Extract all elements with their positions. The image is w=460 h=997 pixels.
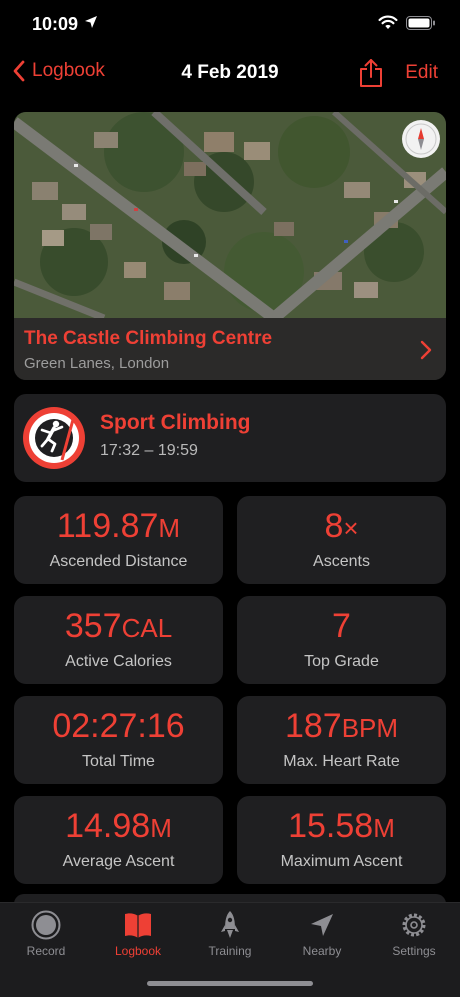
workout-detail[interactable]: The Castle Climbing Centre Green Lanes, … bbox=[0, 98, 460, 902]
stat-top-grade: 7 Top Grade bbox=[237, 596, 446, 684]
status-bar: 10:09 bbox=[0, 0, 460, 48]
tab-bar: Record Logbook Training Nearby Settings bbox=[0, 902, 460, 997]
activity-card: Sport Climbing 17:32 – 19:59 bbox=[14, 394, 446, 482]
stat-max-heart-rate: 187BPM Max. Heart Rate bbox=[237, 696, 446, 784]
stat-label: Ascents bbox=[313, 553, 370, 570]
climber-icon bbox=[23, 407, 85, 469]
rocket-icon bbox=[221, 911, 239, 938]
stat-label: Max. Heart Rate bbox=[283, 753, 400, 770]
tab-logbook[interactable]: Logbook bbox=[92, 903, 184, 965]
tab-label: Logbook bbox=[114, 944, 162, 958]
stat-ascents: 8× Ascents bbox=[237, 496, 446, 584]
activity-name: Sport Climbing bbox=[100, 411, 251, 434]
location-row[interactable]: The Castle Climbing Centre Green Lanes, … bbox=[14, 318, 446, 380]
location-services-icon bbox=[85, 16, 97, 28]
stat-value: 119.87M bbox=[56, 507, 181, 545]
stat-unit: M bbox=[150, 813, 172, 843]
stat-value: 187BPM bbox=[284, 707, 399, 745]
compass-button[interactable] bbox=[402, 120, 440, 158]
wifi-icon bbox=[378, 15, 398, 29]
stat-value: 14.98M bbox=[65, 807, 172, 845]
next-card-partial bbox=[14, 894, 446, 902]
stat-unit: BPM bbox=[341, 713, 399, 743]
location-card: The Castle Climbing Centre Green Lanes, … bbox=[14, 112, 446, 380]
tab-training[interactable]: Training bbox=[184, 903, 276, 965]
tab-settings[interactable]: Settings bbox=[368, 903, 460, 965]
stat-label: Top Grade bbox=[304, 653, 379, 670]
tab-label: Training bbox=[208, 944, 252, 958]
stat-unit: CAL bbox=[121, 613, 173, 643]
stat-value: 8× bbox=[324, 507, 359, 545]
stat-unit: M bbox=[373, 813, 395, 843]
stat-maximum-ascent: 15.58M Maximum Ascent bbox=[237, 796, 446, 884]
stat-label: Maximum Ascent bbox=[280, 853, 403, 870]
home-indicator[interactable] bbox=[147, 981, 313, 986]
stat-active-calories: 357CAL Active Calories bbox=[14, 596, 223, 684]
edit-button[interactable]: Edit bbox=[405, 62, 438, 84]
stat-label: Total Time bbox=[82, 753, 155, 770]
stat-label: Ascended Distance bbox=[49, 553, 188, 570]
stat-label: Active Calories bbox=[65, 653, 172, 670]
page-title: 4 Feb 2019 bbox=[181, 62, 279, 83]
stat-label: Average Ascent bbox=[62, 853, 175, 870]
gear-icon bbox=[402, 913, 426, 937]
stat-unit: × bbox=[343, 513, 359, 543]
navigation-bar: Logbook 4 Feb 2019 Edit bbox=[0, 48, 460, 98]
stat-unit: M bbox=[158, 513, 181, 543]
tab-nearby[interactable]: Nearby bbox=[276, 903, 368, 965]
share-icon[interactable] bbox=[358, 58, 384, 88]
gym-address: Green Lanes, London bbox=[24, 355, 170, 372]
satellite-map[interactable] bbox=[14, 112, 446, 318]
tab-label: Record bbox=[26, 944, 66, 958]
battery-icon bbox=[406, 15, 435, 30]
compass-icon bbox=[405, 123, 437, 155]
stat-ascended-distance: 119.87M Ascended Distance bbox=[14, 496, 223, 584]
location-arrow-icon bbox=[311, 914, 333, 936]
tab-record[interactable]: Record bbox=[0, 903, 92, 965]
gym-name: The Castle Climbing Centre bbox=[24, 328, 273, 349]
stat-total-time: 02:27:16 Total Time bbox=[14, 696, 223, 784]
record-icon bbox=[31, 910, 61, 940]
book-icon bbox=[125, 913, 151, 938]
tab-label: Nearby bbox=[302, 944, 342, 958]
status-indicators bbox=[378, 15, 436, 30]
stat-value: 15.58M bbox=[288, 807, 395, 845]
chevron-right-icon bbox=[420, 340, 432, 360]
tab-label: Settings bbox=[392, 944, 436, 958]
stat-value: 7 bbox=[332, 607, 351, 645]
stat-value: 02:27:16 bbox=[52, 707, 185, 745]
activity-time-range: 17:32 – 19:59 bbox=[100, 442, 198, 459]
stat-value: 357CAL bbox=[64, 607, 173, 645]
status-time: 10:09 bbox=[32, 14, 79, 34]
stat-average-ascent: 14.98M Average Ascent bbox=[14, 796, 223, 884]
